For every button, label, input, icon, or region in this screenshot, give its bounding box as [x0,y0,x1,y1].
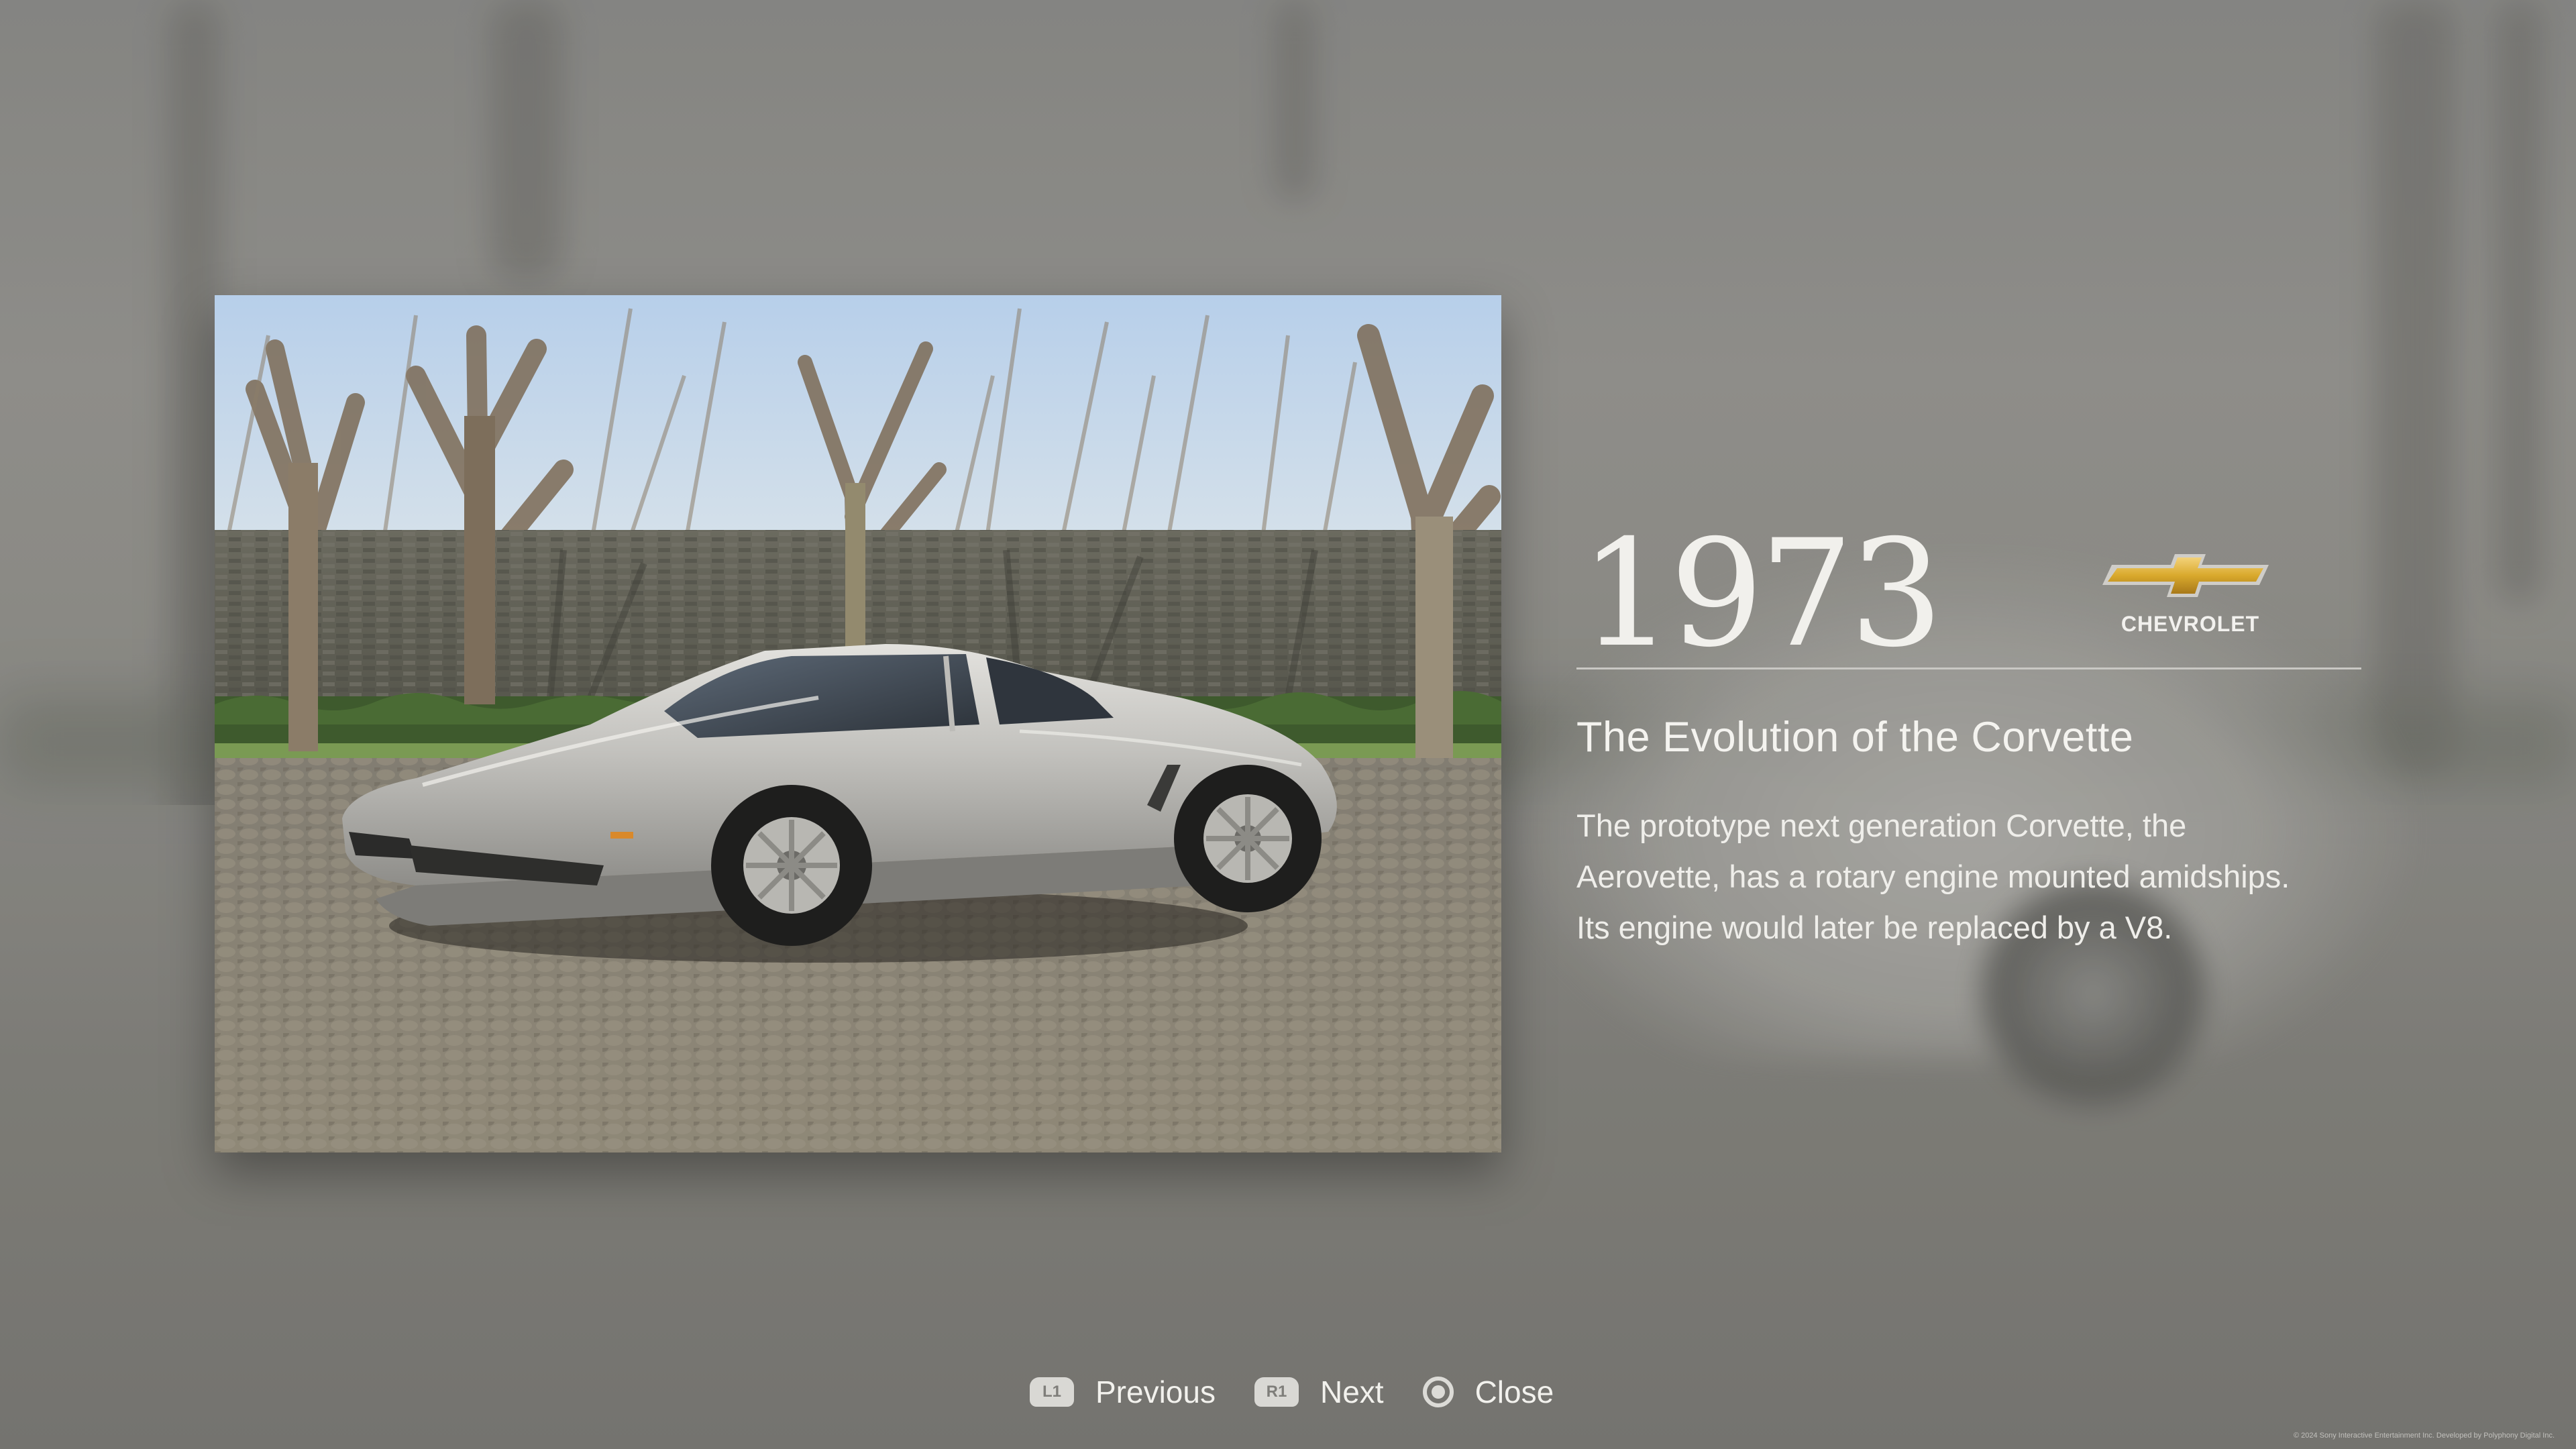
previous-button[interactable]: L1 Previous [1030,1374,1216,1410]
car-photo [215,295,1501,1152]
brand-name: CHEVROLET [2121,612,2260,636]
item-description: The prototype next generation Corvette, … [1576,800,2381,953]
previous-label: Previous [1095,1375,1216,1409]
circle-button-icon [1422,1377,1454,1407]
chevrolet-bowtie-icon [2102,554,2269,597]
r1-button-icon: R1 [1254,1377,1299,1407]
divider [1576,667,2361,669]
close-label: Close [1474,1375,1554,1409]
item-title: The Evolution of the Corvette [1576,714,2134,761]
copyright-notice: © 2024 Sony Interactive Entertainment In… [2293,1432,2555,1440]
l1-button-icon: L1 [1030,1377,1074,1407]
controller-hints: L1 Previous R1 Next Close [1030,1368,1554,1415]
description-line: Its engine would later be replaced by a … [1576,910,2173,945]
next-label: Next [1320,1375,1384,1409]
brand-logo: CHEVROLET [2100,550,2281,637]
next-button[interactable]: R1 Next [1254,1374,1384,1410]
year-heading: 1973 [1580,508,1943,680]
close-button[interactable]: Close [1422,1374,1554,1410]
description-line: The prototype next generation Corvette, … [1576,808,2187,843]
description-line: Aerovette, has a rotary engine mounted a… [1576,859,2290,894]
